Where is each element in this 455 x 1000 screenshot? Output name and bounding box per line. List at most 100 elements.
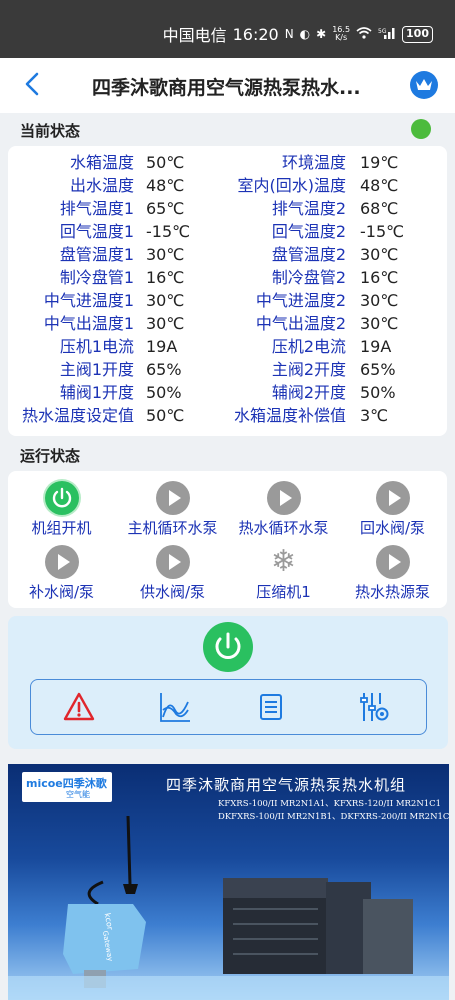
status-value: 48℃ xyxy=(360,176,399,195)
status-value: 65% xyxy=(146,360,182,379)
nfc-icon: N xyxy=(284,27,294,41)
status-label: 中气出温度1 xyxy=(43,314,134,333)
power-icon xyxy=(44,481,79,515)
status-label: 盘管温度2 xyxy=(271,245,346,264)
status-label: 出水温度 xyxy=(69,176,134,195)
play-icon xyxy=(375,545,410,579)
product-banner[interactable]: micoe四季沐歌 空气能 四季沐歌商用空气源热泵热水机组 KFXRS-100/… xyxy=(8,764,449,1000)
status-value: 50% xyxy=(146,383,182,402)
status-value: 65℃ xyxy=(146,199,185,218)
status-label: 制冷盘管1 xyxy=(59,268,134,287)
run-status-label: 热水循环水泵 xyxy=(238,519,329,537)
power-toggle-button[interactable] xyxy=(203,622,253,672)
vip-crown-button[interactable] xyxy=(410,71,438,99)
run-status-label: 主机循环水泵 xyxy=(127,519,218,537)
run-status-item: ❄ 压缩机1 xyxy=(227,545,340,602)
status-label: 排气温度2 xyxy=(271,199,346,218)
network-speed-unit: K/s xyxy=(335,33,348,42)
status-label: 排气温度1 xyxy=(59,199,134,218)
settings-button[interactable] xyxy=(356,690,390,724)
play-icon xyxy=(266,481,301,515)
run-status-card: 机组开机 主机循环水泵 热水循环水泵 回水阀/泵补水阀/泵 供水阀/泵 ❄ 压缩机1 热水热源… xyxy=(8,471,447,608)
run-status-label: 回水阀/泵 xyxy=(359,519,426,537)
clock: 16:20 xyxy=(232,24,279,44)
status-label: 室内(回水)温度 xyxy=(237,176,347,195)
status-label: 主阀1开度 xyxy=(59,360,134,379)
current-status-label: 当前状态 xyxy=(20,122,81,140)
status-value: 3℃ xyxy=(360,406,389,425)
do-not-disturb-icon: ◐ xyxy=(299,27,311,41)
status-value: 65% xyxy=(360,360,396,379)
online-status-indicator xyxy=(411,119,431,139)
wifi-icon xyxy=(356,26,372,42)
snowflake-icon: ❄ xyxy=(270,544,297,579)
app-header: 四季沐歌商用空气源热泵热水... xyxy=(0,58,455,113)
status-value: -15℃ xyxy=(360,222,405,241)
status-value: 48℃ xyxy=(146,176,185,195)
status-label: 压机2电流 xyxy=(271,337,346,356)
list-icon xyxy=(260,694,282,720)
status-label: 中气进温度1 xyxy=(43,291,134,310)
run-status-label: 供水阀/泵 xyxy=(139,583,206,601)
run-status-item: 补水阀/泵 xyxy=(5,545,118,602)
status-value: 50℃ xyxy=(146,153,185,172)
current-status-card: 水箱温度 50℃ 出水温度 48℃ 排气温度1 65℃ 回气温度1 -15℃ 盘管温度1 30℃ 制… xyxy=(8,146,447,436)
status-value: 19℃ xyxy=(360,153,399,172)
status-label: 制冷盘管2 xyxy=(271,268,346,287)
run-status-item: 热水循环水泵 xyxy=(227,481,340,538)
page-title: 四季沐歌商用空气源热泵热水... xyxy=(92,77,361,99)
alarm-button[interactable] xyxy=(62,690,96,724)
network-speed: 16.5 K/s xyxy=(332,26,350,42)
status-value: 30℃ xyxy=(146,291,185,310)
status-value: 16℃ xyxy=(360,268,399,287)
run-status-item: 主机循环水泵 xyxy=(116,481,229,538)
chart-icon xyxy=(160,693,190,722)
run-status-item: 供水阀/泵 xyxy=(116,545,229,602)
status-label: 主阀2开度 xyxy=(271,360,346,379)
svg-text:5G: 5G xyxy=(378,28,387,35)
run-status-label: 运行状态 xyxy=(20,447,81,465)
status-value: 19A xyxy=(360,337,392,356)
chart-button[interactable] xyxy=(158,690,192,724)
status-value: 16℃ xyxy=(146,268,185,287)
status-value: 50℃ xyxy=(146,406,185,425)
run-status-item: 热水热源泵 xyxy=(336,545,449,602)
run-status-label: 机组开机 xyxy=(31,519,92,537)
status-label: 回气温度2 xyxy=(271,222,346,241)
banner-product-image xyxy=(8,815,449,1000)
status-value: 68℃ xyxy=(360,199,399,218)
tool-bar xyxy=(30,679,427,735)
power-icon xyxy=(215,632,241,659)
run-status-label: 热水热源泵 xyxy=(354,583,430,601)
crown-icon xyxy=(416,79,432,90)
settings-sliders-icon xyxy=(360,693,389,721)
status-value: -15℃ xyxy=(146,222,191,241)
status-value: 30℃ xyxy=(360,314,399,333)
status-label: 辅阀1开度 xyxy=(59,383,134,402)
warning-icon xyxy=(63,692,95,721)
play-icon xyxy=(375,481,410,515)
status-value: 30℃ xyxy=(360,245,399,264)
status-value: 19A xyxy=(146,337,178,356)
play-icon xyxy=(155,481,190,515)
play-icon xyxy=(44,545,79,579)
run-status-item: 机组开机 xyxy=(5,481,118,538)
status-label: 回气温度1 xyxy=(59,222,134,241)
bluetooth-icon: ✱ xyxy=(316,27,327,41)
status-value: 30℃ xyxy=(360,291,399,310)
status-label: 热水温度设定值 xyxy=(21,406,134,425)
status-label: 盘管温度1 xyxy=(59,245,134,264)
system-status-bar: 中国电信 16:20 N ◐ ✱ 16.5 K/s 5G 100 xyxy=(0,0,455,58)
status-label: 中气出温度2 xyxy=(255,314,346,333)
log-list-button[interactable] xyxy=(254,690,288,724)
status-label: 压机1电流 xyxy=(59,337,134,356)
status-label: 水箱温度补偿值 xyxy=(233,406,346,425)
battery-indicator: 100 xyxy=(402,25,433,43)
run-status-label: 压缩机1 xyxy=(256,583,311,601)
status-label: 中气进温度2 xyxy=(255,291,346,310)
status-label: 水箱温度 xyxy=(69,153,134,172)
signal-5g-icon: 5G xyxy=(378,27,396,42)
status-value: 30℃ xyxy=(146,314,185,333)
play-icon xyxy=(155,545,190,579)
back-button[interactable] xyxy=(24,71,40,102)
